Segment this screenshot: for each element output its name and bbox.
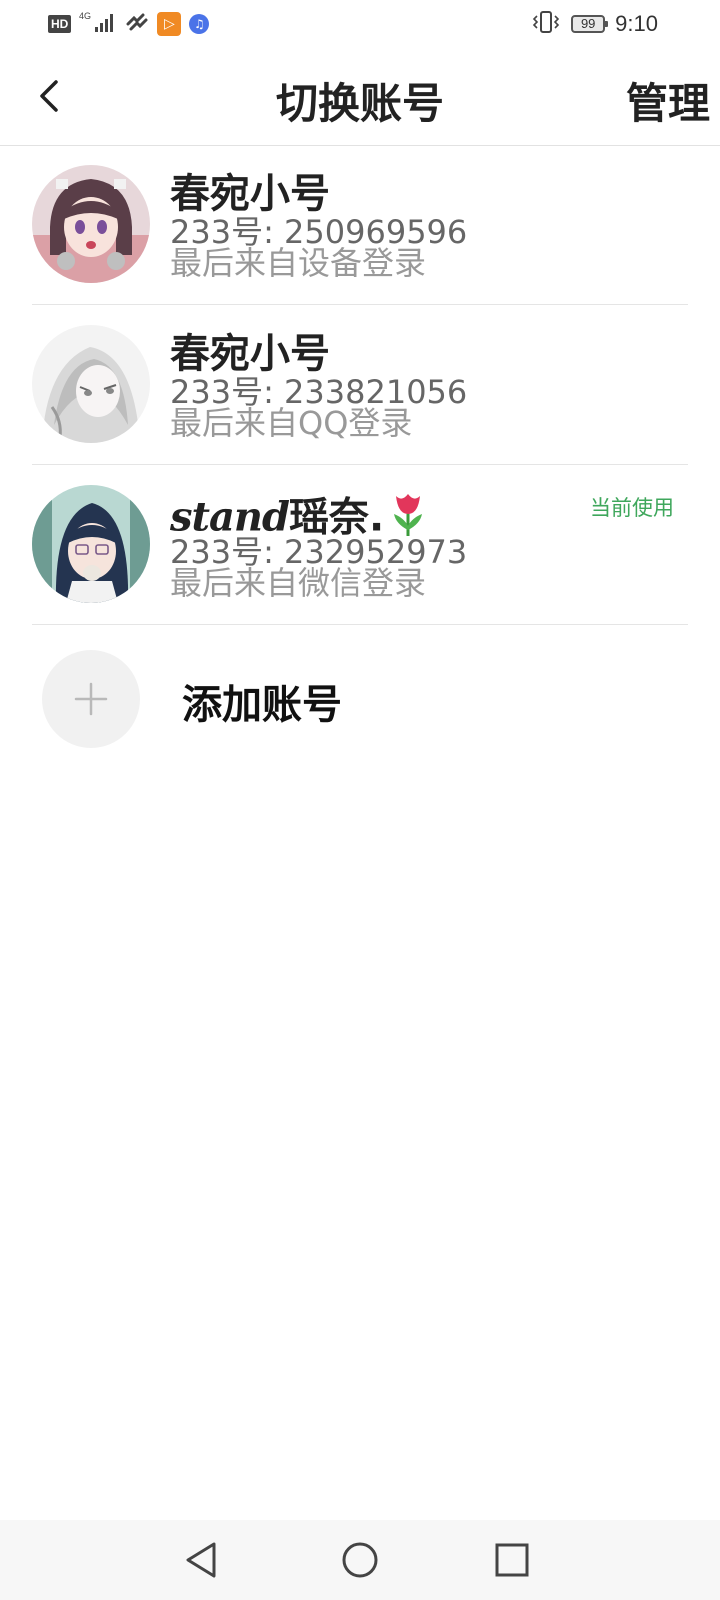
square-recents-icon	[495, 1543, 529, 1577]
page-title: 切换账号	[275, 79, 444, 128]
avatar	[32, 325, 150, 443]
avatar	[32, 485, 150, 603]
add-account-label: 添加账号	[182, 682, 342, 728]
nav-back-button[interactable]	[178, 1536, 226, 1584]
account-list: 春宛小号 233号: 250969596 最后来自设备登录 春宛小号 233号:…	[0, 146, 720, 626]
vibrate-icon	[531, 9, 561, 39]
account-item[interactable]: 春宛小号 233号: 250969596 最后来自设备登录	[0, 146, 720, 306]
header: 切换账号 管理	[0, 48, 720, 146]
account-item[interactable]: 春宛小号 233号: 233821056 最后来自QQ登录	[0, 306, 720, 466]
avatar	[32, 165, 150, 283]
nav-home-button[interactable]	[336, 1536, 384, 1584]
status-right: 99 9:10	[531, 10, 658, 38]
status-left: HD 4G ▷ ♫	[48, 10, 210, 38]
status-clock: 9:10	[615, 11, 658, 36]
music-app-icon: ♫	[189, 14, 210, 34]
manage-button[interactable]: 管理	[626, 70, 710, 131]
link-app-icon	[125, 10, 149, 38]
account-login-source: 最后来自设备登录	[170, 244, 427, 282]
hd-badge: HD	[48, 15, 72, 33]
plus-icon	[74, 682, 108, 716]
account-login-source: 最后来自微信登录	[170, 564, 427, 602]
add-account-circle	[42, 650, 140, 748]
circle-home-icon	[342, 1542, 378, 1578]
account-name: 春宛小号	[170, 171, 330, 217]
battery-indicator: 99	[571, 15, 609, 33]
system-nav-bar	[0, 1520, 720, 1600]
divider	[32, 304, 688, 305]
account-item-current[interactable]: stand瑶奈. 当前使用 233号: 232952973 最后来自微信登录	[0, 466, 720, 626]
video-app-icon: ▷	[157, 12, 182, 36]
svg-text:4G: 4G	[79, 11, 91, 21]
triangle-back-icon	[186, 1542, 216, 1578]
divider	[32, 624, 688, 625]
add-account-button[interactable]: 添加账号	[0, 632, 720, 772]
account-login-source: 最后来自QQ登录	[170, 404, 413, 442]
divider	[32, 464, 688, 465]
nav-recents-button[interactable]	[488, 1536, 536, 1584]
current-account-badge: 当前使用	[590, 496, 674, 520]
account-switch-screen: HD 4G ▷ ♫ 99 9:10 切换账号 管理 春宛小号 233号: 250…	[0, 0, 720, 1600]
account-name: 春宛小号	[170, 331, 330, 377]
status-bar: HD 4G ▷ ♫ 99 9:10	[0, 0, 720, 48]
signal-icon: 4G	[79, 10, 117, 38]
